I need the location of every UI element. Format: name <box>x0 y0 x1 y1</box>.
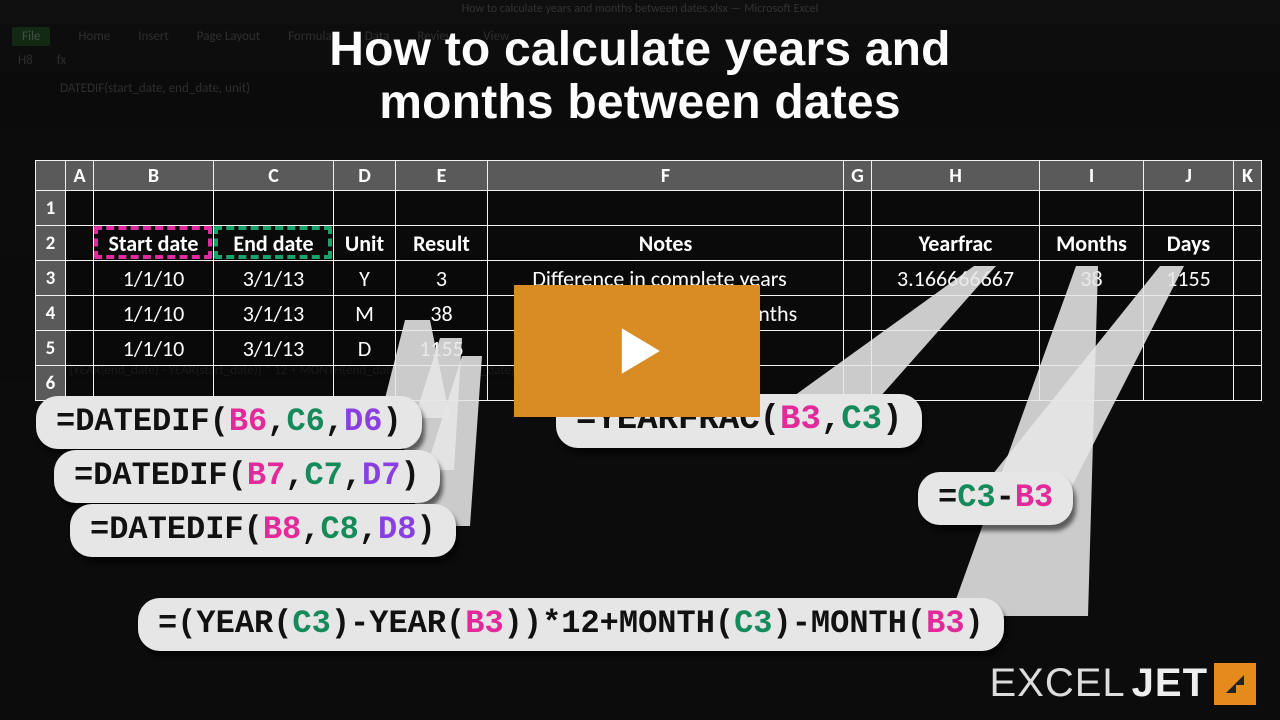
table-row: 1 <box>36 191 1262 226</box>
cell-D5: D <box>334 331 396 366</box>
play-icon <box>599 313 675 389</box>
hdr-start-date: Start date <box>94 226 214 261</box>
table-header-row: 2 Start date End date Unit Result Notes … <box>36 226 1262 261</box>
brand-logo: EXCELJET <box>989 661 1256 706</box>
title-line-1: How to calculate years and <box>0 24 1280 77</box>
hdr-months: Months <box>1040 226 1144 261</box>
formula-datedif-1: =DATEDIF(B6,C6,D6) <box>36 396 422 449</box>
cell-D3: Y <box>334 261 396 296</box>
formula-datedif-2: =DATEDIF(B7,C7,D7) <box>54 450 440 503</box>
play-button[interactable] <box>514 285 760 417</box>
hdr-days: Days <box>1144 226 1234 261</box>
col-E: E <box>396 161 488 191</box>
col-I: I <box>1040 161 1144 191</box>
cell-C4: 3/1/13 <box>214 296 334 331</box>
cell-E3: 3 <box>396 261 488 296</box>
col-H: H <box>872 161 1040 191</box>
col-C: C <box>214 161 334 191</box>
hdr-yearfrac: Yearfrac <box>872 226 1040 261</box>
hdr-unit: Unit <box>334 226 396 261</box>
cell-D4: M <box>334 296 396 331</box>
cell-C5: 3/1/13 <box>214 331 334 366</box>
column-header-row: A B C D E F G H I J K <box>36 161 1262 191</box>
brand-text-1: EXCEL <box>989 661 1125 706</box>
cell-B3: 1/1/10 <box>94 261 214 296</box>
formula-subtract: =C3-B3 <box>918 472 1073 525</box>
cell-I3: 38 <box>1040 261 1144 296</box>
cell-B5: 1/1/10 <box>94 331 214 366</box>
col-G: G <box>844 161 872 191</box>
page-title: How to calculate years and months betwee… <box>0 24 1280 130</box>
title-line-2: months between dates <box>0 77 1280 130</box>
col-A: A <box>66 161 94 191</box>
cell-E4: 38 <box>396 296 488 331</box>
cell-E5: 1155 <box>396 331 488 366</box>
col-K: K <box>1234 161 1262 191</box>
window-title: How to calculate years and months betwee… <box>0 2 1280 16</box>
cell-C3: 3/1/13 <box>214 261 334 296</box>
brand-text-2: JET <box>1132 661 1208 706</box>
hdr-notes: Notes <box>488 226 844 261</box>
col-B: B <box>94 161 214 191</box>
hdr-result: Result <box>396 226 488 261</box>
cell-B4: 1/1/10 <box>94 296 214 331</box>
hdr-end-date: End date <box>214 226 334 261</box>
col-J: J <box>1144 161 1234 191</box>
formula-year-month-calc: =(YEAR(C3)-YEAR(B3))*12+MONTH(C3)-MONTH(… <box>138 598 1004 651</box>
formula-datedif-3: =DATEDIF(B8,C8,D8) <box>70 504 456 557</box>
cell-J3: 1155 <box>1144 261 1234 296</box>
cell-H3: 3.166666667 <box>872 261 1040 296</box>
col-F: F <box>488 161 844 191</box>
col-D: D <box>334 161 396 191</box>
brand-arrow-icon <box>1214 663 1256 705</box>
